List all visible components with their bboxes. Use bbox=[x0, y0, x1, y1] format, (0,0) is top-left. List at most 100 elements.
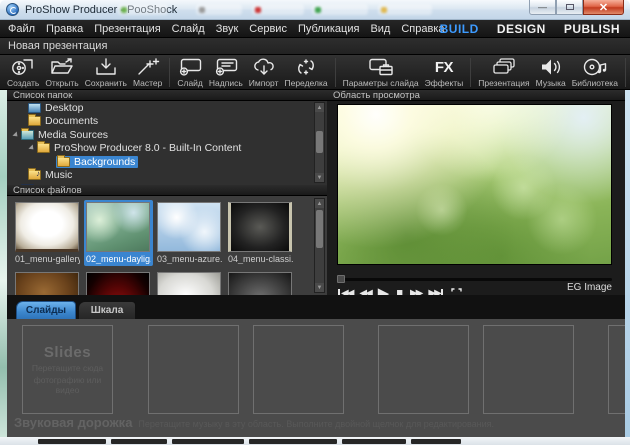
mode-publish[interactable]: PUBLISH bbox=[564, 22, 620, 36]
file-list-scrollbar[interactable]: ▲ ▼ bbox=[314, 198, 325, 293]
taskbar-button[interactable] bbox=[172, 438, 244, 444]
file-item[interactable]: 03_menu-azure.... bbox=[155, 200, 224, 266]
folder-tree-item-documents[interactable]: Documents bbox=[7, 114, 327, 129]
scrubber-handle[interactable] bbox=[337, 275, 345, 283]
show-options-icon bbox=[493, 58, 515, 74]
toolbar-button-remake[interactable]: Переделка bbox=[281, 56, 330, 89]
minimize-button[interactable]: — bbox=[529, 0, 556, 15]
file-thumbnail[interactable] bbox=[157, 272, 221, 295]
open-icon bbox=[51, 58, 73, 74]
file-item[interactable] bbox=[155, 270, 224, 295]
preview-scrubber[interactable] bbox=[337, 275, 612, 283]
audio-track-area[interactable]: Звуковая дорожка Перетащите музыку в эту… bbox=[14, 415, 494, 430]
close-button[interactable]: ✕ bbox=[583, 0, 624, 15]
mode-build[interactable]: BUILD bbox=[440, 22, 479, 36]
folder-label: Desktop bbox=[45, 101, 84, 114]
file-thumbnail[interactable] bbox=[86, 272, 150, 295]
scroll-up-icon[interactable]: ▲ bbox=[315, 199, 324, 208]
tab-label: Шкала bbox=[90, 305, 124, 316]
file-item-selected[interactable]: 02_menu-daylig... bbox=[84, 200, 153, 266]
scrollbar-thumb[interactable] bbox=[316, 131, 323, 153]
menu-audio[interactable]: Звук bbox=[216, 23, 239, 35]
taskbar-button[interactable] bbox=[249, 438, 337, 444]
file-thumbnail[interactable] bbox=[228, 202, 292, 252]
slide-slot-placeholder[interactable] bbox=[378, 325, 469, 414]
scroll-down-icon[interactable]: ▼ bbox=[315, 283, 324, 292]
folder-tree-item-proshow-content[interactable]: ProShow Producer 8.0 - Built-In Content bbox=[7, 141, 327, 156]
toolbar-button-show-options[interactable]: Презентация bbox=[475, 56, 532, 89]
toolbar-button-import[interactable]: Импорт bbox=[246, 56, 282, 89]
folder-tree-item-music[interactable]: ♪ Music bbox=[7, 168, 327, 183]
toolbar-button-add-caption[interactable]: Надпись bbox=[206, 56, 246, 89]
menu-slide[interactable]: Слайд bbox=[172, 23, 205, 35]
file-list[interactable]: 01_menu-gallery... 02_menu-daylig... 03_… bbox=[7, 196, 327, 295]
file-item[interactable]: 04_menu-classi... bbox=[226, 200, 295, 266]
scroll-down-icon[interactable]: ▼ bbox=[315, 173, 324, 182]
file-grid: 01_menu-gallery... 02_menu-daylig... 03_… bbox=[13, 200, 313, 295]
toolbar-button-open[interactable]: Открыть bbox=[42, 56, 81, 89]
browser-panel: Список папок Desktop Documents Media Sou… bbox=[7, 90, 327, 295]
toolbar-button-add-slide[interactable]: Слайд bbox=[174, 56, 206, 89]
maximize-button[interactable] bbox=[556, 0, 583, 15]
taskbar-button[interactable] bbox=[411, 438, 461, 444]
taskbar-button[interactable] bbox=[38, 438, 106, 444]
window-controls: — ✕ bbox=[529, 0, 624, 15]
title-bar[interactable]: ProShow Producer - PooShock — ✕ bbox=[0, 0, 630, 20]
toolbar-button-save[interactable]: Сохранить bbox=[82, 56, 130, 89]
folder-tree-item-backgrounds[interactable]: Backgrounds bbox=[7, 154, 327, 169]
slide-slot-placeholder[interactable] bbox=[148, 325, 239, 414]
add-slide-icon bbox=[180, 58, 202, 76]
file-item[interactable] bbox=[13, 270, 82, 295]
desktop-icon bbox=[28, 102, 41, 113]
menu-file[interactable]: Файл bbox=[8, 23, 35, 35]
toolbar-button-music[interactable]: Музыка bbox=[533, 56, 569, 89]
slide-slot-placeholder[interactable]: Slides Перетащите сюда фотографию или ви… bbox=[22, 325, 113, 414]
file-thumbnail[interactable] bbox=[86, 202, 150, 252]
toolbar-button-label: Параметры слайда bbox=[342, 78, 419, 88]
mode-design[interactable]: DESIGN bbox=[497, 22, 546, 36]
slide-list-area[interactable]: Slides Перетащите сюда фотографию или ви… bbox=[0, 319, 630, 437]
toolbar-button-wizard[interactable]: Мастер bbox=[130, 56, 165, 89]
tab-slides[interactable]: Слайды bbox=[16, 301, 76, 319]
remake-icon bbox=[298, 59, 314, 75]
toolbar-button-library[interactable]: Библиотека bbox=[569, 56, 621, 89]
menu-bar: Файл Правка Презентация Слайд Звук Серви… bbox=[0, 20, 630, 38]
menu-tools[interactable]: Сервис bbox=[249, 23, 287, 35]
folder-tree-item-media-sources[interactable]: Media Sources bbox=[7, 127, 327, 142]
menu-show[interactable]: Презентация bbox=[94, 23, 160, 35]
tab-timeline[interactable]: Шкала bbox=[78, 301, 136, 319]
file-item[interactable]: 01_menu-gallery... bbox=[13, 200, 82, 266]
file-thumbnail[interactable] bbox=[15, 272, 79, 295]
slide-slot-placeholder[interactable] bbox=[483, 325, 574, 414]
toolbar-button-label: Презентация bbox=[478, 78, 530, 88]
file-item[interactable] bbox=[226, 270, 295, 295]
taskbar-button[interactable] bbox=[342, 438, 406, 444]
file-thumbnail[interactable] bbox=[15, 202, 79, 252]
taskbar-button[interactable] bbox=[111, 438, 167, 444]
scroll-up-icon[interactable]: ▲ bbox=[315, 103, 324, 112]
file-thumbnail[interactable] bbox=[157, 202, 221, 252]
expand-arrow-icon[interactable] bbox=[12, 131, 20, 139]
timeline-tab-strip: Слайды Шкала bbox=[0, 295, 630, 319]
file-thumbnail[interactable] bbox=[228, 272, 292, 295]
menu-publish[interactable]: Публикация bbox=[298, 23, 359, 35]
menu-edit[interactable]: Правка bbox=[46, 23, 83, 35]
toolbar-button-label: Эффекты bbox=[424, 78, 464, 88]
files-panel-header: Список файлов bbox=[7, 185, 327, 196]
toolbar-button-create[interactable]: Создать bbox=[4, 56, 42, 89]
file-name: 03_menu-azure.... bbox=[157, 254, 222, 264]
window-left-border bbox=[0, 90, 7, 437]
folder-tree[interactable]: Desktop Documents Media Sources ProShow … bbox=[7, 101, 327, 185]
file-item[interactable] bbox=[84, 270, 153, 295]
menu-view[interactable]: Вид bbox=[370, 23, 390, 35]
scrollbar-thumb[interactable] bbox=[316, 210, 323, 248]
preview-panel: Область просмотра ◀◀ ◀◀ ▶ ■ ▶▶ ▶▶ EG Ima… bbox=[327, 90, 625, 304]
audio-track-title: Звуковая дорожка bbox=[14, 415, 133, 430]
toolbar-button-slide-options[interactable]: Параметры слайда bbox=[340, 56, 422, 89]
toolbar-button-effects[interactable]: FX Эффекты bbox=[422, 56, 467, 89]
menu-help[interactable]: Справка bbox=[401, 23, 444, 35]
slide-slot-placeholder[interactable] bbox=[253, 325, 344, 414]
folder-tree-scrollbar[interactable]: ▲ ▼ bbox=[314, 102, 325, 183]
expand-arrow-icon[interactable] bbox=[28, 144, 36, 152]
folder-tree-item-desktop[interactable]: Desktop bbox=[7, 101, 327, 115]
